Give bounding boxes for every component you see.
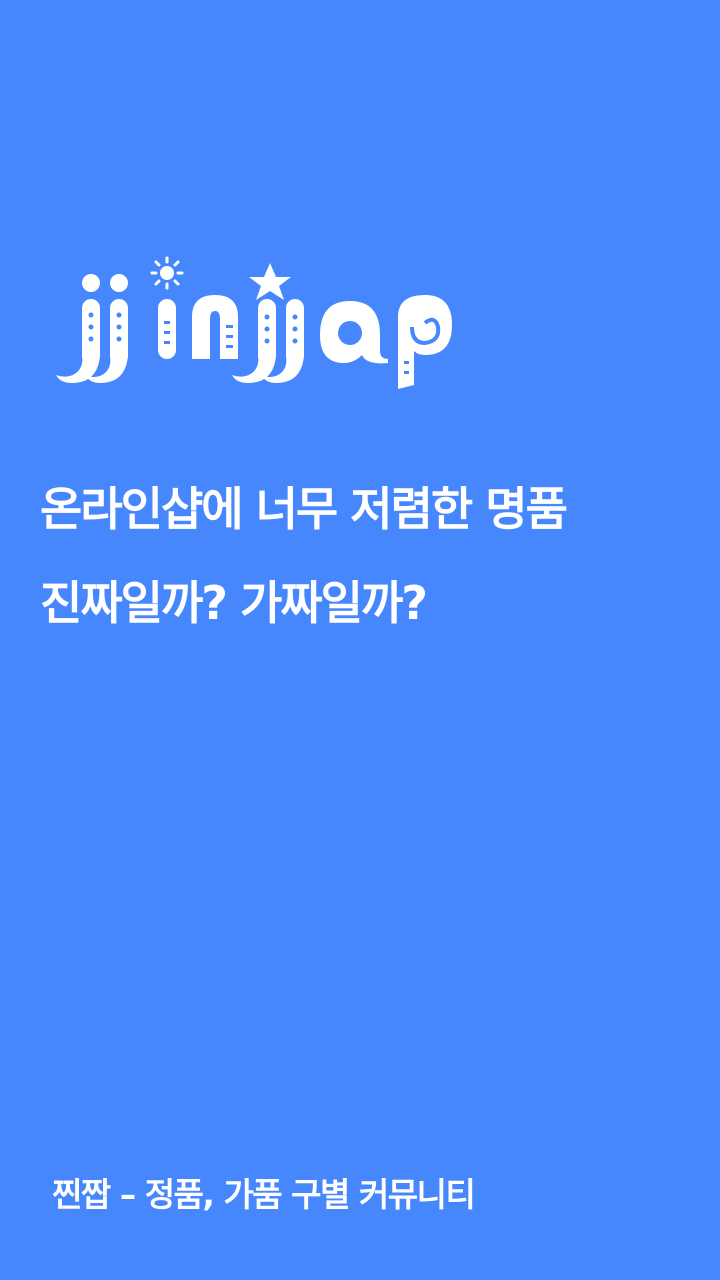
footer-tagline: 찐짭 – 정품, 가품 구별 커뮤니티 — [52, 1175, 476, 1214]
app-logo — [50, 255, 470, 400]
sun-icon — [150, 256, 184, 290]
headline-line-1: 온라인샵에 너무 저렴한 명품 — [40, 482, 568, 536]
headline: 온라인샵에 너무 저렴한 명품 진짜일까? 가짜일까? — [40, 462, 700, 650]
headline-line-2: 진짜일까? 가짜일까? — [40, 576, 428, 630]
star-icon — [249, 263, 291, 300]
